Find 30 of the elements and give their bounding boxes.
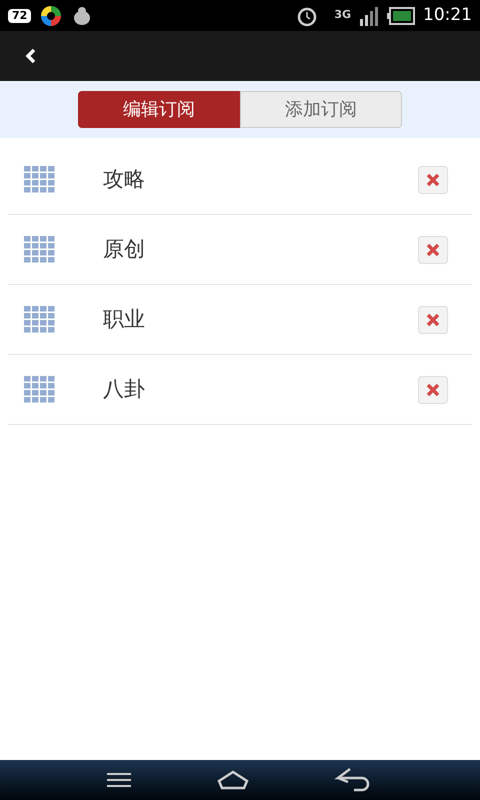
back-button[interactable]: [24, 47, 38, 65]
back-icon: [24, 47, 38, 65]
remove-button[interactable]: [418, 376, 448, 404]
clock: 10:21: [423, 4, 472, 27]
remove-button[interactable]: [418, 306, 448, 334]
signal-icon: [359, 4, 379, 26]
close-icon: [426, 172, 440, 186]
network-type: 3G: [334, 7, 351, 24]
home-button[interactable]: [216, 770, 249, 790]
close-icon: [426, 312, 440, 326]
app-logo-icon: [39, 4, 64, 28]
menu-icon: [106, 772, 132, 788]
remove-button[interactable]: [418, 236, 448, 264]
subscription-name: 职业: [103, 306, 146, 333]
drag-handle-icon[interactable]: [24, 376, 55, 403]
drag-handle-icon[interactable]: [24, 306, 55, 333]
close-icon: [426, 242, 440, 256]
home-icon: [216, 770, 249, 790]
tab[interactable]: 编辑订阅: [78, 91, 240, 128]
menu-button[interactable]: [106, 772, 132, 788]
drag-handle-icon[interactable]: [24, 166, 55, 193]
notification-badge: 72: [8, 8, 32, 22]
close-icon: [426, 382, 440, 396]
remove-button[interactable]: [418, 166, 448, 194]
subscription-name: 攻略: [103, 166, 146, 193]
battery-icon: [387, 6, 415, 26]
drag-handle-icon[interactable]: [24, 236, 55, 263]
tab[interactable]: 添加订阅: [240, 91, 402, 128]
subscription-name: 八卦: [103, 376, 146, 403]
subscription-name: 原创: [103, 236, 146, 263]
